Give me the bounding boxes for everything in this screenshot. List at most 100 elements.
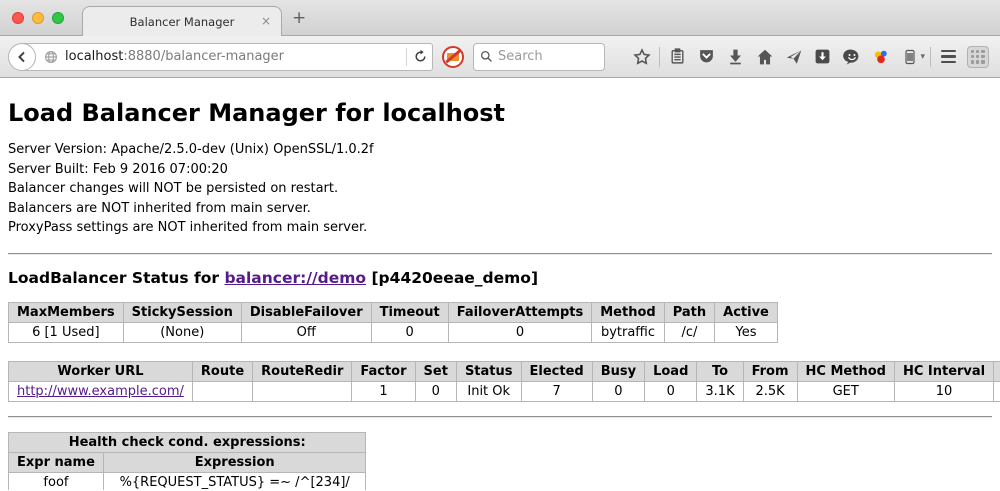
chevron-down-icon[interactable]: ▾ xyxy=(920,52,925,62)
table-row: 6 [1 Used] (None) Off 0 0 bytraffic /c/ … xyxy=(9,322,778,342)
table-header-row: MaxMembers StickySession DisableFailover… xyxy=(9,302,778,322)
col-failoverattempts: FailoverAttempts xyxy=(448,302,592,322)
page-title: Load Balancer Manager for localhost xyxy=(8,99,992,127)
save-box-icon xyxy=(814,48,831,65)
home-button[interactable] xyxy=(750,43,779,71)
zoom-window-button[interactable] xyxy=(52,12,64,24)
bookmark-star-button[interactable] xyxy=(627,43,656,71)
window-controls xyxy=(12,12,64,24)
menu-button[interactable] xyxy=(934,43,963,71)
worker-table: Worker URL Route RouteRedir Factor Set S… xyxy=(8,361,1000,402)
colordots-extension-button[interactable] xyxy=(866,43,895,71)
col-passes: Passes xyxy=(994,361,1000,381)
health-check-table: Health check cond. expressions: Expr nam… xyxy=(8,432,366,491)
star-icon xyxy=(633,48,651,66)
close-window-button[interactable] xyxy=(12,12,24,24)
url-bar[interactable]: localhost:8880/balancer-manager xyxy=(21,43,433,71)
search-input[interactable] xyxy=(498,49,593,64)
cell-from: 2.5K xyxy=(743,381,797,401)
pocket-button[interactable] xyxy=(692,43,721,71)
cell-active: Yes xyxy=(715,322,778,342)
col-status: Status xyxy=(456,361,521,381)
toolbar-separator xyxy=(659,47,660,67)
search-box[interactable] xyxy=(473,43,605,71)
url-host: localhost xyxy=(65,49,123,64)
col-set: Set xyxy=(415,361,456,381)
download-arrow-icon xyxy=(727,48,744,65)
new-tab-button[interactable]: + xyxy=(292,8,306,28)
col-method: Method xyxy=(592,302,664,322)
url-text: localhost:8880/balancer-manager xyxy=(65,49,400,64)
site-identity-globe-icon[interactable] xyxy=(44,50,58,64)
toolbar-separator xyxy=(930,47,931,67)
cell-route xyxy=(192,381,252,401)
navigation-toolbar: localhost:8880/balancer-manager xyxy=(0,36,1000,78)
proxypass-note-line: ProxyPass settings are NOT inherited fro… xyxy=(8,218,992,238)
cell-maxmembers: 6 [1 Used] xyxy=(9,322,124,342)
cell-to: 3.1K xyxy=(697,381,743,401)
reload-button[interactable] xyxy=(413,49,428,64)
cell-stickysession: (None) xyxy=(123,322,241,342)
persist-note-line: Balancer changes will NOT be persisted o… xyxy=(8,179,992,199)
cell-method: bytraffic xyxy=(592,322,664,342)
cell-hc-interval: 10 xyxy=(894,381,993,401)
titlebar: Balancer Manager × + xyxy=(0,0,1000,36)
tiles-grid-icon xyxy=(967,46,989,68)
loadbalancer-status-heading: LoadBalancer Status for balancer://demo … xyxy=(8,269,992,287)
table-header-row: Worker URL Route RouteRedir Factor Set S… xyxy=(9,361,1000,381)
col-worker-url: Worker URL xyxy=(9,361,193,381)
col-factor: Factor xyxy=(352,361,415,381)
col-load: Load xyxy=(645,361,697,381)
col-route: Route xyxy=(192,361,252,381)
tab-close-icon[interactable]: × xyxy=(261,14,271,28)
send-tab-button[interactable] xyxy=(779,43,808,71)
container-icon xyxy=(902,49,918,65)
cell-worker-url: http://www.example.com/ xyxy=(9,381,193,401)
chat-extension-button[interactable] xyxy=(837,43,866,71)
col-hc-method: HC Method xyxy=(797,361,894,381)
table-title-row: Health check cond. expressions: xyxy=(9,432,366,452)
tiles-extension-button[interactable] xyxy=(963,43,992,71)
color-dots-icon xyxy=(872,48,890,66)
cell-expr-name: foof xyxy=(9,472,104,490)
back-button[interactable] xyxy=(8,43,36,71)
cell-elected: 7 xyxy=(521,381,592,401)
reading-list-button[interactable] xyxy=(663,43,692,71)
status-suffix: [p4420eeae_demo] xyxy=(366,269,538,287)
table-row: foof %{REQUEST_STATUS} =~ /^[234]/ xyxy=(9,472,366,490)
page-content: Load Balancer Manager for localhost Serv… xyxy=(0,78,1000,490)
col-timeout: Timeout xyxy=(371,302,448,322)
minimize-window-button[interactable] xyxy=(32,12,44,24)
col-elected: Elected xyxy=(521,361,592,381)
pocket-icon xyxy=(698,48,715,65)
flashblock-extension-button[interactable] xyxy=(442,46,464,68)
balancer-demo-link[interactable]: balancer://demo xyxy=(224,269,366,287)
cell-hc-method: GET xyxy=(797,381,894,401)
col-routeredir: RouteRedir xyxy=(253,361,352,381)
balancer-settings-table: MaxMembers StickySession DisableFailover… xyxy=(8,302,778,343)
col-busy: Busy xyxy=(592,361,644,381)
table-row: http://www.example.com/ 1 0 Init Ok 7 0 … xyxy=(9,381,1000,401)
col-active: Active xyxy=(715,302,778,322)
inherit-note-line: Balancers are NOT inherited from main se… xyxy=(8,199,992,219)
search-icon xyxy=(480,50,493,63)
section-divider xyxy=(8,416,992,418)
cell-failoverattempts: 0 xyxy=(448,322,592,342)
hamburger-icon xyxy=(941,50,956,64)
worker-url-link[interactable]: http://www.example.com/ xyxy=(17,384,184,399)
cell-disablefailover: Off xyxy=(241,322,371,342)
save-extension-button[interactable] xyxy=(808,43,837,71)
server-info: Server Version: Apache/2.5.0-dev (Unix) … xyxy=(8,140,992,238)
clipboard-icon xyxy=(669,48,686,65)
col-to: To xyxy=(697,361,743,381)
col-expression: Expression xyxy=(103,452,366,472)
tab-balancer-manager[interactable]: Balancer Manager × xyxy=(82,6,282,36)
server-version-line: Server Version: Apache/2.5.0-dev (Unix) … xyxy=(8,140,992,160)
cell-expression: %{REQUEST_STATUS} =~ /^[234]/ xyxy=(103,472,366,490)
section-divider xyxy=(8,253,992,255)
col-disablefailover: DisableFailover xyxy=(241,302,371,322)
col-path: Path xyxy=(664,302,714,322)
downloads-button[interactable] xyxy=(721,43,750,71)
back-arrow-icon xyxy=(15,50,29,64)
col-maxmembers: MaxMembers xyxy=(9,302,124,322)
